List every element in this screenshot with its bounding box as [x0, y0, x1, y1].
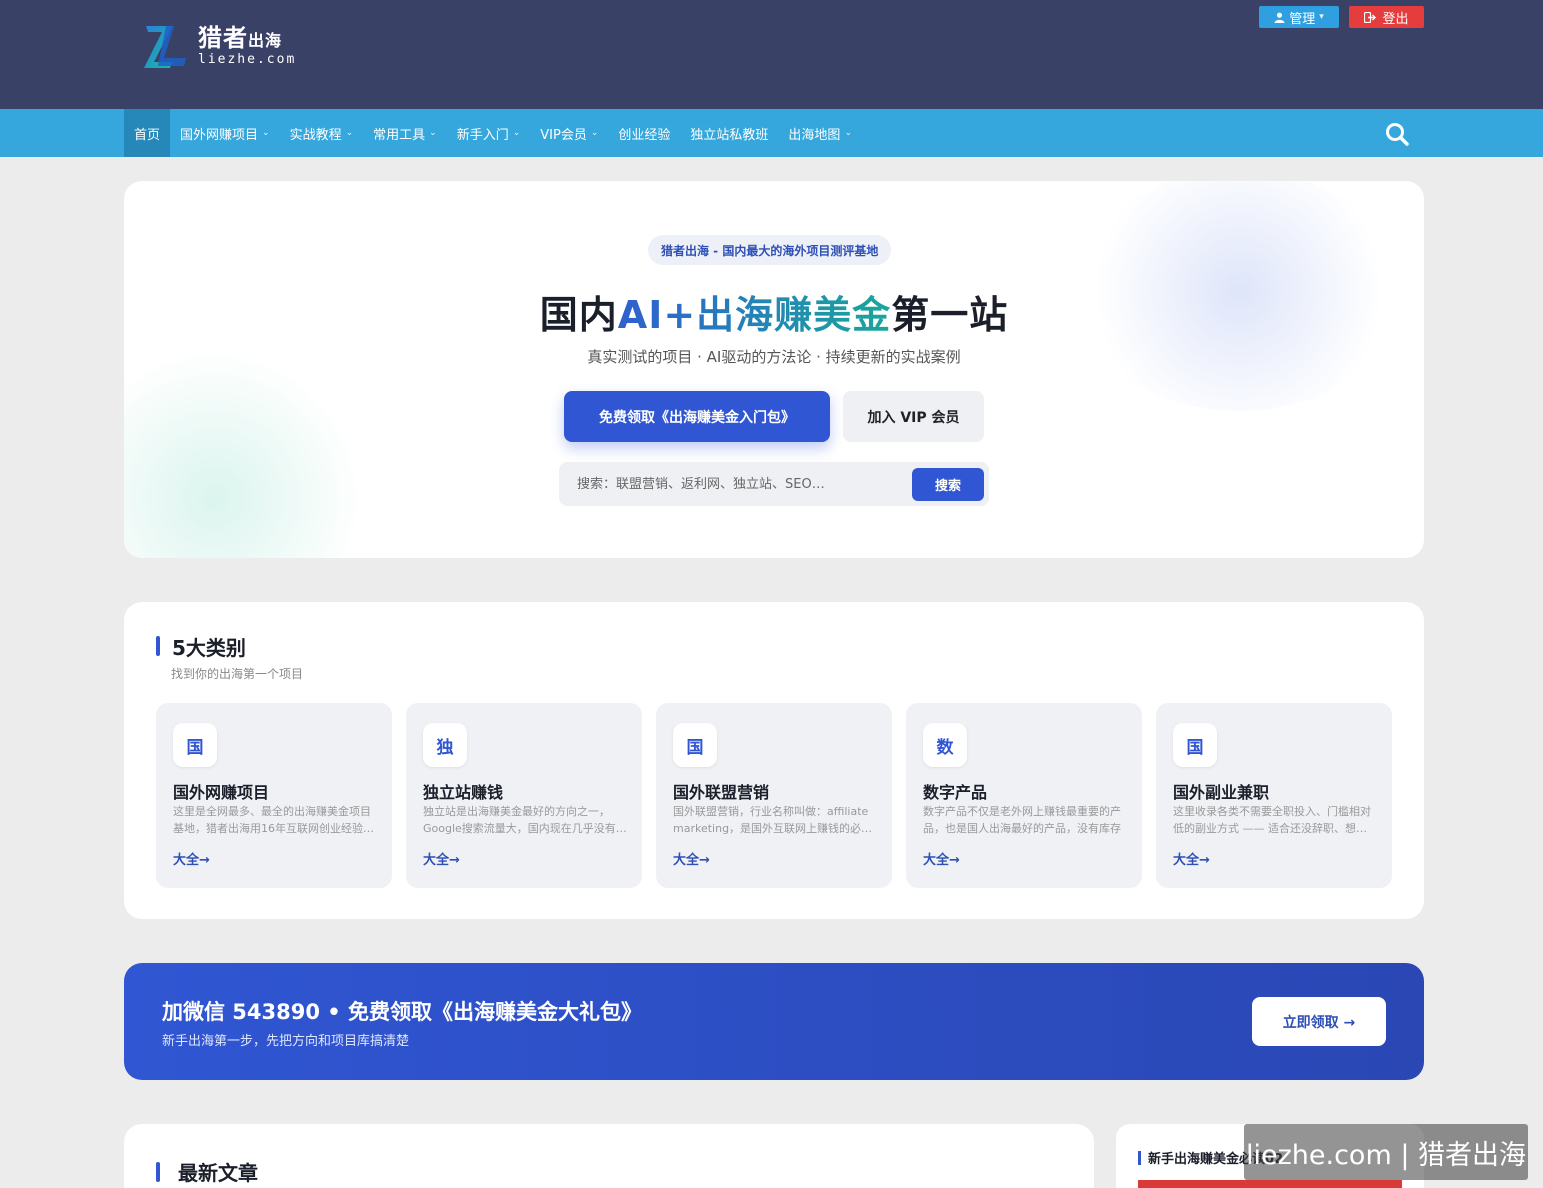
nav-item-label: 新手入门	[456, 127, 509, 143]
nav-item-4[interactable]: 新手入门 ⌄	[447, 109, 531, 157]
nav-item-7[interactable]: 独立站私教班	[680, 109, 778, 157]
join-vip-button[interactable]: 加入 VIP 会员	[843, 391, 984, 442]
category-card[interactable]: 国国外副业兼职 这里收录各类不需要全职投入、门槛相对低的副业方式 —— 适合还没辞…	[1156, 703, 1392, 888]
nav-item-label: 国外网赚项目	[180, 127, 259, 143]
admin-label: 管理	[1289, 11, 1316, 27]
nav-item-label: 首页	[134, 127, 161, 143]
section-subtitle: 找到你的出海第一个项目	[171, 667, 304, 681]
category-name[interactable]: 数字产品	[923, 779, 987, 803]
category-card[interactable]: 国国外联盟营销 国外联盟营销，行业名称叫做：affiliate marketing…	[656, 703, 892, 888]
promo-title: 加微信 543890 • 免费领取《出海赚美金大礼包》	[162, 1000, 643, 1024]
logo-cn-small: 出海	[248, 31, 283, 50]
watermark: liezhe.com | 猎者出海	[1244, 1124, 1528, 1180]
main-nav: 首页 国外网赚项目 ⌄ 实战教程 ⌄ 常用工具 ⌄ 新手入门 ⌄ VIP会员 ⌄ 创业经验 独立站私教班…	[0, 109, 1543, 157]
chevron-down-icon: ⌄	[429, 128, 437, 138]
claim-now-button[interactable]: 立即领取 →	[1252, 997, 1386, 1046]
nav-items: 首页 国外网赚项目 ⌄ 实战教程 ⌄ 常用工具 ⌄ 新手入门 ⌄ VIP会员 ⌄ 创业经验 独立站私教班…	[124, 109, 862, 157]
categories-section: 5大类别 找到你的出海第一个项目 国国外网赚项目 这里是全网最多、最全的出海赚美金…	[124, 602, 1424, 919]
nav-item-3[interactable]: 常用工具 ⌄	[363, 109, 447, 157]
hero-title: 国内AI+出海赚美金第一站	[124, 284, 1424, 339]
nav-item-label: 独立站私教班	[690, 127, 769, 143]
category-name[interactable]: 国外副业兼职	[1173, 779, 1269, 803]
hero-subtitle: 真实测试的项目 · AI驱动的方法论 · 持续更新的实战案例	[587, 348, 961, 366]
category-description: 国外联盟营销，行业名称叫做：affiliate marketing，是国外互联网…	[673, 805, 873, 835]
category-name[interactable]: 独立站赚钱	[423, 779, 503, 803]
sidebar-banner[interactable]	[1138, 1180, 1402, 1188]
category-icon: 数	[923, 723, 967, 767]
logout-label: 登出	[1382, 11, 1409, 27]
nav-item-6[interactable]: 创业经验	[608, 109, 680, 157]
hero-title-suffix: 第一站	[891, 293, 1009, 337]
logout-button[interactable]: 登出	[1349, 6, 1424, 28]
logo-en: liezhe.com	[198, 52, 297, 67]
promo-banner: 加微信 543890 • 免费领取《出海赚美金大礼包》 新手出海第一步，先把方向…	[124, 963, 1424, 1080]
category-icon: 国	[673, 723, 717, 767]
user-icon	[1274, 12, 1285, 23]
search-button[interactable]: 搜索	[912, 468, 984, 501]
nav-item-5[interactable]: VIP会员 ⌄	[530, 109, 608, 157]
search-input[interactable]	[577, 462, 877, 506]
category-description: 这里收录各类不需要全职投入、门槛相对低的副业方式 —— 适合还没辞职、想要尝试的…	[1173, 805, 1371, 835]
section-title: 5大类别	[156, 634, 246, 660]
search-icon[interactable]	[1384, 121, 1410, 147]
category-icon: 国	[1173, 723, 1217, 767]
nav-item-2[interactable]: 实战教程 ⌄	[280, 109, 364, 157]
hero-title-highlight: AI+出海赚美金	[617, 293, 892, 337]
chevron-down-icon: ⌄	[262, 128, 270, 138]
sign-out-icon	[1364, 11, 1377, 23]
category-name[interactable]: 国外网赚项目	[173, 779, 269, 803]
category-card[interactable]: 国国外网赚项目 这里是全网最多、最全的出海赚美金项目基地，猎者出海用16年互联网创…	[156, 703, 392, 888]
hero-search: 搜索	[559, 462, 989, 506]
nav-item-label: 常用工具	[373, 127, 426, 143]
category-description: 独立站是出海赚美金最好的方向之一，Google搜索流量大，国内现在几乎没有竞争	[423, 805, 627, 835]
category-card[interactable]: 数数字产品 数字产品不仅是老外网上赚钱最重要的产品，也是国人出海最好的产品，没有库…	[906, 703, 1142, 888]
hero-title-prefix: 国内	[539, 293, 618, 337]
decorative-blob	[124, 348, 364, 558]
latest-title: 最新文章	[156, 1157, 258, 1186]
nav-item-label: 出海地图	[788, 127, 841, 143]
chevron-down-icon: ⌄	[345, 128, 354, 138]
logo-icon	[144, 26, 186, 68]
chevron-down-icon: ⌄	[512, 128, 521, 138]
category-more-link[interactable]: 大全→	[923, 849, 960, 868]
site-logo[interactable]: 猎者出海 liezhe.com	[142, 22, 296, 70]
category-more-link[interactable]: 大全→	[423, 849, 460, 868]
hero-section: 猎者出海 - 国内最大的海外项目测评基地 国内AI+出海赚美金第一站 真实测试的…	[124, 181, 1424, 558]
category-grid: 国国外网赚项目 这里是全网最多、最全的出海赚美金项目基地，猎者出海用16年互联网创…	[156, 703, 1392, 888]
category-description: 数字产品不仅是老外网上赚钱最重要的产品，也是国人出海最好的产品，没有库存	[923, 805, 1121, 835]
category-icon: 独	[423, 723, 467, 767]
nav-item-label: 创业经验	[618, 127, 671, 143]
category-name[interactable]: 国外联盟营销	[673, 779, 769, 803]
category-more-link[interactable]: 大全→	[673, 849, 710, 868]
nav-item-0[interactable]: 首页	[124, 109, 171, 157]
chevron-down-icon: ⌄	[590, 128, 599, 138]
nav-item-1[interactable]: 国外网赚项目 ⌄	[170, 109, 280, 157]
caret-down-icon: ▾	[1319, 12, 1324, 22]
admin-menu-button[interactable]: 管理 ▾	[1259, 6, 1339, 28]
nav-item-label: VIP会员	[540, 127, 587, 143]
logo-text: 猎者出海 liezhe.com	[198, 26, 296, 66]
category-more-link[interactable]: 大全→	[1173, 849, 1210, 868]
nav-item-label: 实战教程	[289, 127, 342, 143]
promo-subtitle: 新手出海第一步，先把方向和项目库搞清楚	[162, 1034, 410, 1049]
latest-articles-section: 最新文章	[124, 1124, 1094, 1188]
category-icon: 国	[173, 723, 217, 767]
category-description: 这里是全网最多、最全的出海赚美金项目基地，猎者出海用16年互联网创业经验为你筛选	[173, 805, 374, 835]
category-more-link[interactable]: 大全→	[173, 849, 210, 868]
nav-item-8[interactable]: 出海地图 ⌄	[778, 109, 862, 157]
top-header: 猎者出海 liezhe.com 管理 ▾ 登出	[0, 0, 1543, 109]
category-card[interactable]: 独独立站赚钱 独立站是出海赚美金最好的方向之一，Google搜索流量大，国内现在几…	[406, 703, 642, 888]
chevron-down-icon: ⌄	[844, 128, 852, 138]
hero-badge: 猎者出海 - 国内最大的海外项目测评基地	[648, 235, 892, 265]
logo-cn-main: 猎者	[198, 24, 248, 52]
free-pack-button[interactable]: 免费领取《出海赚美金入门包》	[564, 391, 830, 442]
